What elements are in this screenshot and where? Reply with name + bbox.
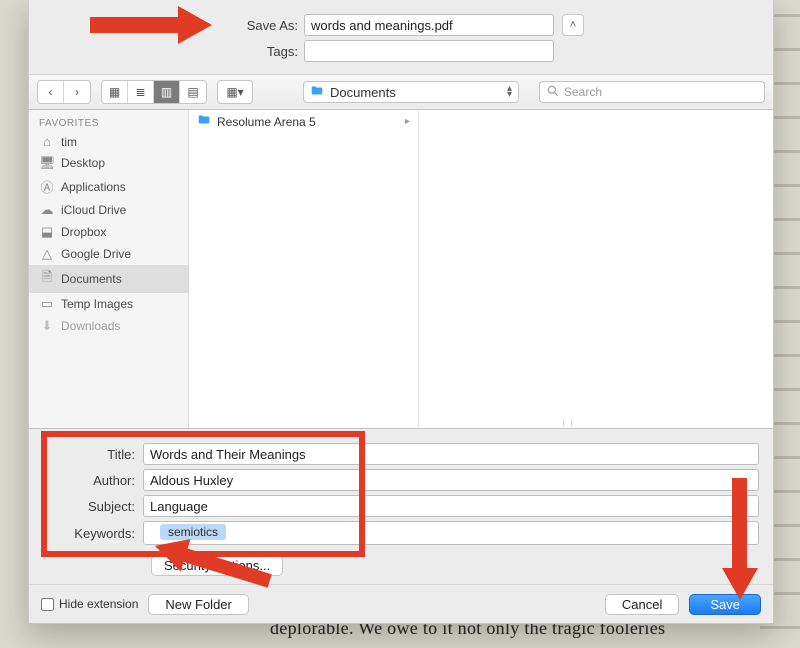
sidebar-item-tim[interactable]: ⌂ tim [29,131,188,152]
sidebar-item-googledrive[interactable]: △ Google Drive [29,243,188,265]
subject-label: Subject: [43,499,143,514]
keyword-token[interactable]: semiotics [160,524,226,540]
sidebar-item-label: Applications [61,180,126,194]
keywords-label: Keywords: [43,526,143,541]
view-icon-button[interactable]: ▦ [102,81,128,103]
finder-toolbar: ‹ › ▦ ≣ ▥ ▤ ▦▾ Documents ▴▾ [29,74,773,110]
folder-icon: ▭ [39,296,55,312]
cloud-icon: ☁ [39,202,55,218]
applications-icon: Ⓐ [39,177,55,196]
view-mode-segment: ▦ ≣ ▥ ▤ [101,80,207,104]
sidebar-section-header: Favorites [29,114,188,131]
save-button[interactable]: Save [689,594,761,615]
chevron-right-icon: › [75,85,79,99]
view-column-button[interactable]: ▥ [154,81,180,103]
column-resize-handle-icon[interactable]: ❘❘ [561,419,577,427]
grid-dropdown-icon: ▦▾ [226,85,243,99]
location-label: Documents [330,85,396,100]
location-popup-button[interactable]: Documents ▴▾ [303,81,519,103]
hide-extension-label: Hide extension [59,597,138,611]
search-placeholder: Search [564,85,602,99]
sidebar-item-tempimages[interactable]: ▭ Temp Images [29,293,188,315]
sidebar-item-downloads[interactable]: ⬇ Downloads [29,315,188,337]
tags-input[interactable] [304,40,554,62]
keywords-input[interactable]: semiotics [143,521,759,545]
sidebar-item-label: iCloud Drive [61,203,126,217]
columns-icon: ▥ [161,85,172,99]
download-icon: ⬇ [39,318,55,334]
title-label: Title: [43,447,143,462]
saveas-label: Save As: [49,18,304,33]
forward-button[interactable]: › [64,81,90,103]
new-folder-button[interactable]: New Folder [148,594,248,615]
sidebar-item-applications[interactable]: Ⓐ Applications [29,174,188,199]
search-field[interactable]: Search [539,81,765,103]
author-label: Author: [43,473,143,488]
cancel-button[interactable]: Cancel [605,594,679,615]
arrange-segment: ▦▾ [217,80,253,104]
arrange-button[interactable]: ▦▾ [218,81,252,103]
folder-icon [310,84,324,101]
dialog-bottom-bar: Hide extension New Folder Cancel Save [29,585,773,623]
sidebar-item-dropbox[interactable]: ⬓ Dropbox [29,221,188,243]
home-icon: ⌂ [39,134,55,149]
folder-row-label: Resolume Arena 5 [217,115,316,129]
sidebar-item-label: Google Drive [61,247,131,261]
dropbox-icon: ⬓ [39,224,55,240]
security-options-button[interactable]: Security Options... [151,555,283,576]
save-dialog-sheet: Save As: ˄ Tags: ‹ › ▦ ≣ ▥ ▤ [28,0,774,624]
sidebar-item-documents[interactable]: 🗎 Documents [29,265,188,293]
browser-column-0[interactable]: Resolume Arena 5 ▸ [189,110,419,428]
subject-input[interactable] [143,495,759,517]
view-gallery-button[interactable]: ▤ [180,81,206,103]
updown-chevron-icon: ▴▾ [507,86,512,98]
browser-empty-column: ❘❘ [419,110,773,428]
sidebar-item-label: Documents [61,272,122,286]
googledrive-icon: △ [39,246,55,262]
search-icon [546,84,560,101]
gallery-icon: ▤ [187,85,198,99]
sidebar: Favorites ⌂ tim 🖥 Desktop Ⓐ Applications… [29,110,189,428]
sidebar-item-icloud[interactable]: ☁ iCloud Drive [29,199,188,221]
list-icon: ≣ [135,85,145,99]
sidebar-item-label: Dropbox [61,225,106,239]
documents-icon: 🗎 [39,268,55,290]
grid-icon: ▦ [109,85,120,99]
nav-back-forward: ‹ › [37,80,91,104]
view-list-button[interactable]: ≣ [128,81,154,103]
file-browser: Favorites ⌂ tim 🖥 Desktop Ⓐ Applications… [29,110,773,429]
saveas-area: Save As: ˄ Tags: [29,0,773,74]
folder-row-resolume[interactable]: Resolume Arena 5 ▸ [189,110,418,133]
sidebar-item-label: Temp Images [61,297,133,311]
author-input[interactable] [143,469,759,491]
chevron-left-icon: ‹ [49,85,53,99]
tags-label: Tags: [49,44,304,59]
hide-extension-checkbox[interactable]: Hide extension [41,597,138,611]
sidebar-item-label: Desktop [61,156,105,170]
chevron-up-icon: ˄ [570,19,576,31]
pdf-metadata-panel: Title: Author: Subject: Keywords: semiot… [29,429,773,585]
sidebar-item-desktop[interactable]: 🖥 Desktop [29,152,188,174]
sidebar-item-label: Downloads [61,319,120,333]
title-input[interactable] [143,443,759,465]
expand-toggle-button[interactable]: ˄ [562,14,584,36]
hide-extension-box[interactable] [41,598,54,611]
desktop-icon: 🖥 [39,155,55,171]
saveas-input[interactable] [304,14,554,36]
chevron-right-icon: ▸ [405,116,410,127]
sidebar-item-label: tim [61,135,77,149]
back-button[interactable]: ‹ [38,81,64,103]
folder-icon [197,113,211,130]
